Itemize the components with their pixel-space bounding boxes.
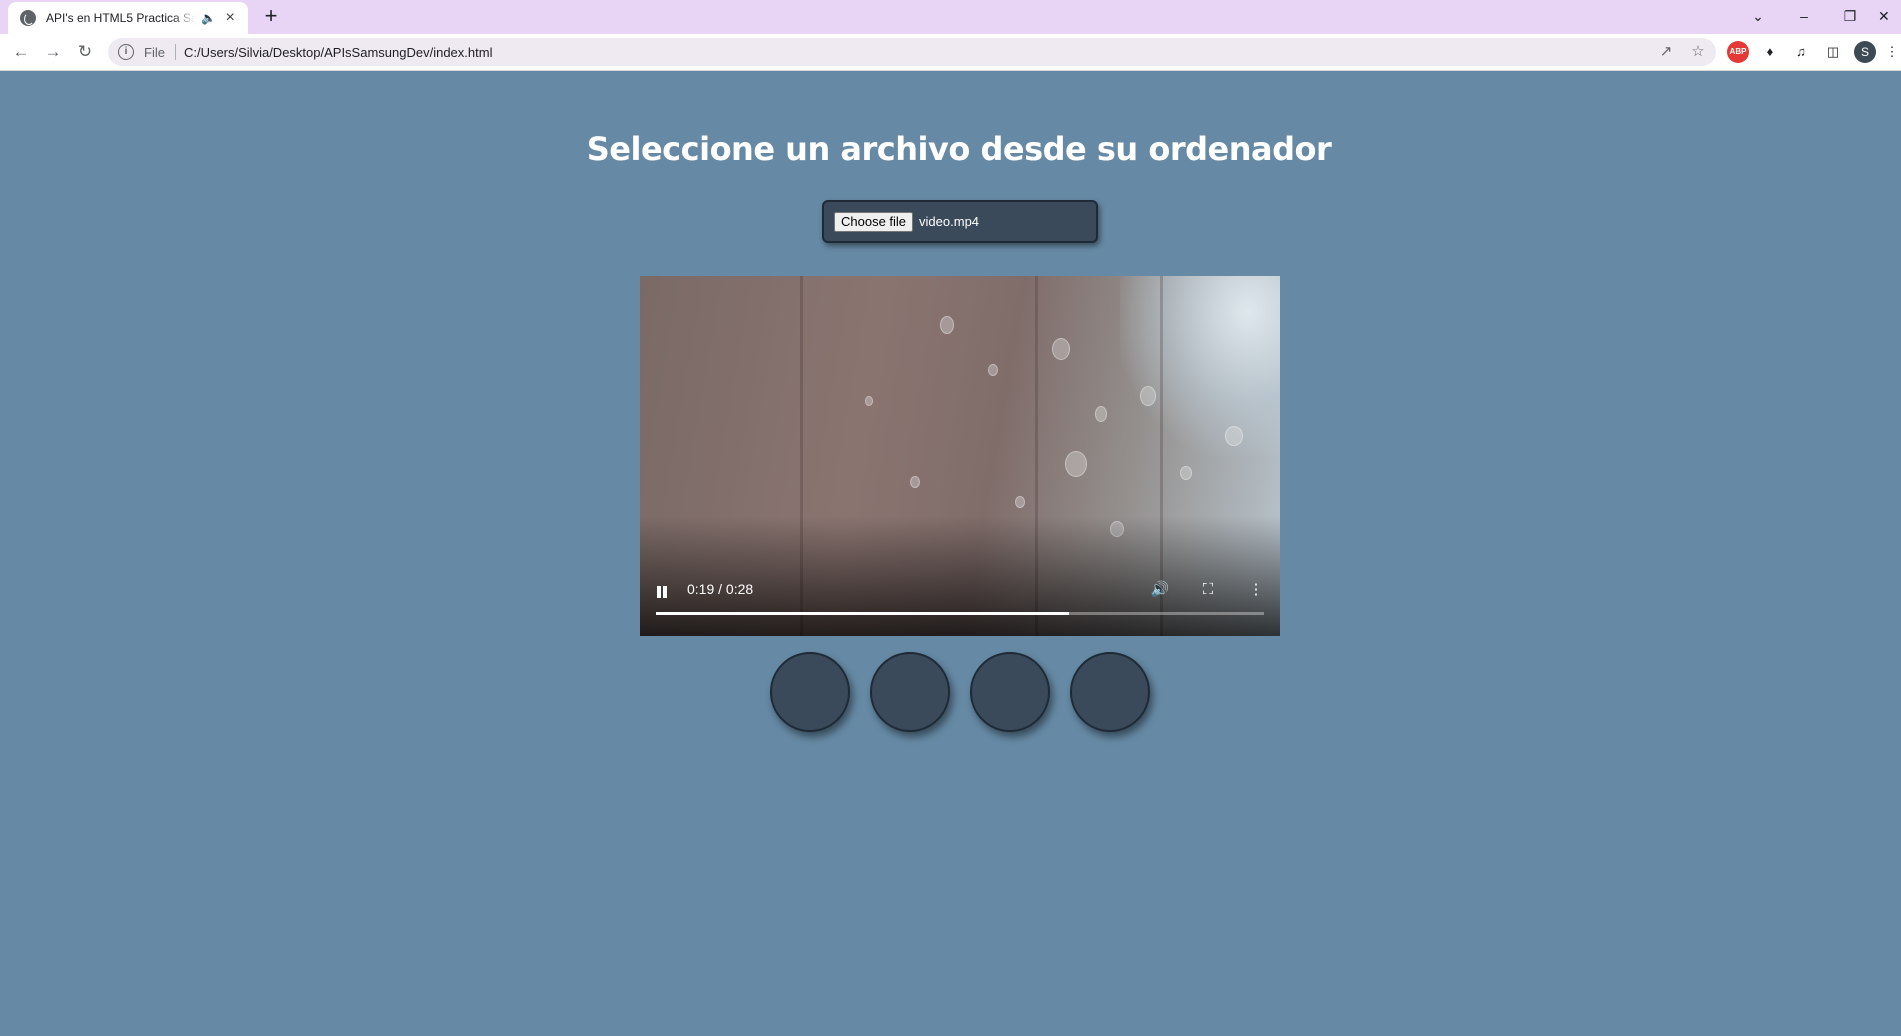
raindrop — [865, 396, 873, 406]
speaker-icon[interactable]: 🔈 — [201, 11, 217, 25]
restore-icon[interactable]: ❐ — [1832, 4, 1868, 28]
raindrop — [940, 316, 954, 334]
raindrop — [1065, 451, 1087, 477]
raindrop — [1095, 406, 1107, 422]
reload-icon[interactable]: ↻ — [73, 40, 97, 64]
extensions-puzzle-icon[interactable]: ♦ — [1759, 41, 1781, 63]
tab-title: API's en HTML5 Practica Samsung — [46, 11, 195, 25]
globe-icon — [20, 10, 36, 26]
raindrop — [1225, 426, 1243, 446]
share-icon[interactable]: ↗ — [1654, 38, 1678, 66]
media-control-icon[interactable]: ♫ — [1790, 41, 1812, 63]
profile-avatar[interactable]: S — [1854, 41, 1876, 63]
video-progress-fill — [656, 612, 1069, 615]
browser-tab[interactable]: API's en HTML5 Practica Samsung 🔈 × — [8, 2, 248, 34]
raindrop — [910, 476, 920, 488]
raindrop — [1180, 466, 1192, 480]
info-icon[interactable]: i — [118, 44, 134, 60]
video-player[interactable]: 0:19 / 0:28 🔊 ⛶ ⋮ — [640, 276, 1280, 636]
side-panel-icon[interactable]: ◫ — [1822, 41, 1844, 63]
round-action-button[interactable] — [1070, 652, 1150, 732]
window-close-icon[interactable]: ✕ — [1878, 4, 1900, 28]
minimize-icon[interactable]: – — [1786, 4, 1822, 28]
raindrop — [1052, 338, 1070, 360]
forward-arrow-icon[interactable]: → — [41, 40, 65, 64]
video-controls-gradient — [640, 516, 1280, 636]
back-arrow-icon[interactable]: ← — [9, 40, 33, 64]
raindrop — [1015, 496, 1025, 508]
tab-search-icon[interactable]: ⌄ — [1740, 4, 1776, 28]
file-input-container: Choose file video.mp4 — [822, 200, 1098, 243]
adblock-extension-icon[interactable]: ABP — [1727, 41, 1749, 63]
raindrop — [988, 364, 998, 376]
browser-toolbar: ← → ↻ i File C:/Users/Silvia/Desktop/API… — [0, 34, 1901, 71]
choose-file-button[interactable]: Choose file — [834, 211, 914, 232]
video-progress-bar[interactable] — [656, 612, 1264, 615]
round-action-button[interactable] — [970, 652, 1050, 732]
fullscreen-icon[interactable]: ⛶ — [1196, 578, 1220, 602]
scheme-label: File — [144, 44, 165, 60]
video-frame-glare — [1120, 276, 1280, 456]
round-action-button[interactable] — [870, 652, 950, 732]
tab-strip: API's en HTML5 Practica Samsung 🔈 × + ⌄ … — [0, 0, 1901, 34]
pause-icon[interactable] — [654, 584, 670, 600]
address-bar[interactable]: i File C:/Users/Silvia/Desktop/APIsSamsu… — [108, 38, 1716, 66]
address-separator — [174, 44, 176, 60]
new-tab-button[interactable]: + — [259, 5, 283, 29]
close-icon[interactable]: × — [222, 10, 238, 26]
menu-kebab-icon[interactable]: ⋮ — [1884, 41, 1900, 63]
url-text[interactable]: C:/Users/Silvia/Desktop/APIsSamsungDev/i… — [184, 45, 493, 60]
round-action-button[interactable] — [770, 652, 850, 732]
page-heading: Seleccione un archivo desde su ordenador — [586, 130, 1332, 168]
bookmark-star-icon[interactable]: ☆ — [1686, 38, 1710, 66]
video-time-display: 0:19 / 0:28 — [687, 581, 754, 597]
volume-icon[interactable]: 🔊 — [1148, 578, 1172, 602]
raindrop — [1140, 386, 1156, 406]
more-options-icon[interactable]: ⋮ — [1244, 578, 1268, 602]
selected-file-name: video.mp4 — [919, 214, 980, 229]
